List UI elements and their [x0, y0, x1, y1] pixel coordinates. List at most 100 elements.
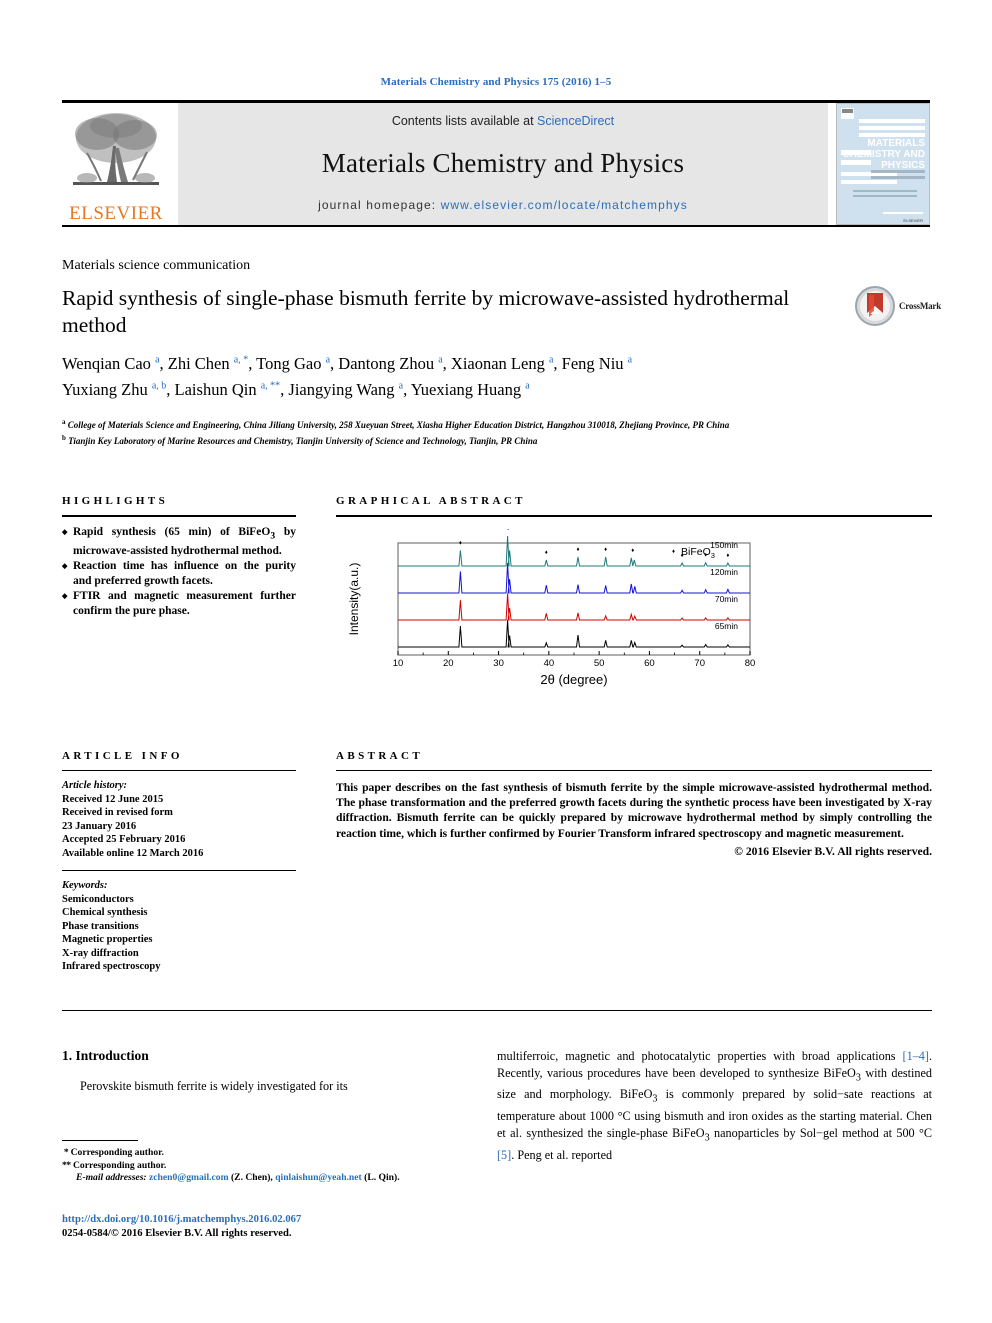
abstract-section: ABSTRACT This paper describes on the fas…: [336, 750, 932, 858]
reference-link[interactable]: [1–4]: [903, 1049, 929, 1063]
footnote-emails: E-mail addresses: zchen0@gmail.com (Z. C…: [76, 1172, 400, 1184]
elsevier-logo: ELSEVIER: [62, 103, 170, 225]
highlights-list: Rapid synthesis (65 min) of BiFeO3 by mi…: [62, 525, 296, 618]
affiliation-b-text: Tianjin Key Laboratory of Marine Resourc…: [68, 435, 538, 446]
email-owner-2: (L. Qin).: [364, 1172, 400, 1184]
homepage-prefix: journal homepage:: [318, 198, 441, 212]
double-asterisk-icon: **: [62, 1159, 71, 1171]
keyword-item: Phase transitions: [62, 920, 139, 932]
sciencedirect-link[interactable]: ScienceDirect: [537, 114, 614, 128]
abstract-rule: [336, 770, 932, 771]
author-name: Zhi Chen: [167, 353, 234, 373]
reference-link[interactable]: [5]: [497, 1148, 511, 1162]
abstract-text: This paper describes on the fast synthes…: [336, 781, 932, 840]
email-owner-1: (Z. Chen): [230, 1172, 271, 1184]
author-name: Yuxiang Zhu: [62, 380, 152, 399]
paper-page: Materials Chemistry and Physics 175 (201…: [0, 0, 992, 1323]
x-tick-label: 40: [544, 658, 555, 669]
author-affiliation-mark: a, **: [260, 380, 281, 392]
footnote-text: Corresponding author.: [73, 1159, 167, 1171]
journal-cover-thumbnail: MATERIALS CHEMISTRY AND PHYSICS ELSEVIER: [836, 103, 930, 225]
x-tick-label: 80: [745, 658, 756, 669]
highlight-text: FTIR and magnetic measurement further co…: [73, 590, 296, 617]
highlights-section: HIGHLIGHTS Rapid synthesis (65 min) of B…: [62, 495, 296, 619]
masthead-bottom-rule: [62, 225, 930, 227]
x-tick-label: 30: [493, 658, 504, 669]
author-affiliation-mark: a: [438, 354, 443, 365]
affiliation-a: a College of Materials Science and Engin…: [62, 416, 932, 432]
author-name: Tong Gao: [256, 353, 326, 373]
issn-copyright-line: 0254-0584/© 2016 Elsevier B.V. All right…: [62, 1228, 292, 1239]
xrd-chart-svg: 65min70min120min150min♦♦♦ ♦ ♦ ♦♦ ♦ ♦♦ BiFeO310…: [347, 526, 756, 687]
author-affiliation-mark: a: [548, 354, 554, 365]
peak-marker-icon: ♦: [507, 529, 510, 532]
author-list: Wenqian Cao a, Zhi Chen a, *, Tong Gao a…: [62, 348, 852, 401]
author-affiliation-mark: a: [627, 354, 633, 365]
x-tick-label: 10: [393, 658, 404, 669]
xrd-chart-figure: 65min 70min 120min 150min ♦ ♦ ♦ ♦ ♦ ♦ ♦ ♦ ♦ ♦ BiFeO3 10…: [336, 526, 766, 691]
keywords-divider: [62, 870, 296, 871]
crossmark-icon: [855, 286, 895, 326]
author-affiliation-mark: a, b: [151, 380, 167, 392]
list-item: Reaction time has influence on the purit…: [62, 559, 296, 588]
abstract-heading: ABSTRACT: [336, 750, 424, 762]
homepage-url-link[interactable]: www.elsevier.com/locate/matchemphys: [441, 198, 688, 212]
y-axis-label: Intensity(a.u.): [347, 563, 361, 636]
contents-available-line: Contents lists available at ScienceDirec…: [392, 114, 614, 128]
peak-marker-icon: ♦: [459, 540, 462, 546]
x-tick-label: 70: [694, 658, 705, 669]
author-name: Feng Niu: [561, 353, 628, 373]
article-info-heading: ARTICLE INFO: [62, 750, 183, 762]
author-affiliation-mark: a: [325, 354, 331, 365]
x-tick-label: 20: [443, 658, 454, 669]
legend-marker-icon: ♦: [672, 549, 675, 555]
keyword-item: Semiconductors: [62, 893, 134, 905]
series-label-120min: 120min: [710, 567, 738, 577]
footnote-corresponding-2: ** Corresponding author.: [62, 1160, 489, 1173]
email-link-1[interactable]: zchen0@gmail.com: [149, 1172, 229, 1183]
body-divider: [62, 1010, 932, 1011]
author-name: Dantong Zhou: [338, 353, 439, 373]
footnotes: * Corresponding author. ** Corresponding…: [62, 1140, 489, 1185]
history-item: Available online 12 March 2016: [62, 847, 204, 859]
introduction-paragraph-left: Perovskite bismuth ferrite is widely inv…: [80, 1079, 348, 1093]
doi-link[interactable]: http://dx.doi.org/10.1016/j.matchemphys.…: [62, 1213, 532, 1227]
elsevier-tree-icon: [73, 113, 159, 185]
author-name: Wenqian Cao: [62, 353, 156, 373]
crossmark-label: CrossMark: [899, 301, 942, 311]
introduction-column-right: multiferroic, magnetic and photocatalyti…: [497, 1048, 932, 1163]
section-heading-introduction: 1. Introduction: [62, 1048, 149, 1063]
author-line-2: Yuxiang Zhu a, b, Laishun Qin a, **, Jia…: [62, 380, 530, 399]
author-name: Laishun Qin: [174, 380, 261, 399]
series-label-150min: 150min: [710, 540, 738, 550]
page-title: Rapid synthesis of single-phase bismuth …: [62, 286, 790, 337]
affiliation-b: b Tianjin Key Laboratory of Marine Resou…: [62, 432, 932, 448]
crossmark-badge[interactable]: CrossMark: [855, 285, 943, 327]
article-info-rule: [62, 770, 296, 771]
elsevier-wordmark: ELSEVIER: [69, 203, 163, 224]
history-item: Received in revised form: [62, 807, 173, 818]
paragraph-text: . Peng et al. reported: [511, 1147, 613, 1162]
author-name: Yuexiang Huang: [410, 380, 526, 399]
history-item: Received 12 June 2015: [62, 793, 164, 805]
asterisk-icon: *: [62, 1147, 69, 1158]
graphical-abstract-heading: GRAPHICAL ABSTRACT: [336, 495, 526, 507]
email-link-2[interactable]: qinlaishun@yeah.net: [275, 1172, 362, 1183]
history-item: 23 January 2016: [62, 820, 137, 832]
keyword-item: X-ray diffraction: [62, 947, 139, 959]
list-item: Rapid synthesis (65 min) of BiFeO3 by mi…: [62, 525, 296, 558]
keyword-item: Magnetic properties: [62, 934, 153, 945]
footnote-text: Corresponding author.: [70, 1147, 164, 1158]
highlights-heading: HIGHLIGHTS: [62, 495, 169, 507]
contents-prefix: Contents lists available at: [391, 114, 538, 128]
email-label: E-mail addresses:: [76, 1172, 147, 1184]
peak-marker-icon: ♦: [631, 548, 634, 554]
peak-marker-icon: ♦: [545, 550, 548, 556]
svg-text:MATERIALS: MATERIALS: [867, 138, 925, 149]
cover-art: MATERIALS CHEMISTRY AND PHYSICS ELSEVIER: [837, 104, 929, 224]
highlight-text: Rapid synthesis (65 min) of BiFeO3 by mi…: [73, 526, 296, 557]
journal-masthead: ELSEVIER Contents lists available at Sci…: [62, 100, 930, 227]
affiliation-a-text: College of Materials Science and Enginee…: [67, 420, 730, 430]
author-affiliation-mark: a: [398, 380, 404, 392]
author-affiliation-mark: a, *: [233, 354, 249, 365]
